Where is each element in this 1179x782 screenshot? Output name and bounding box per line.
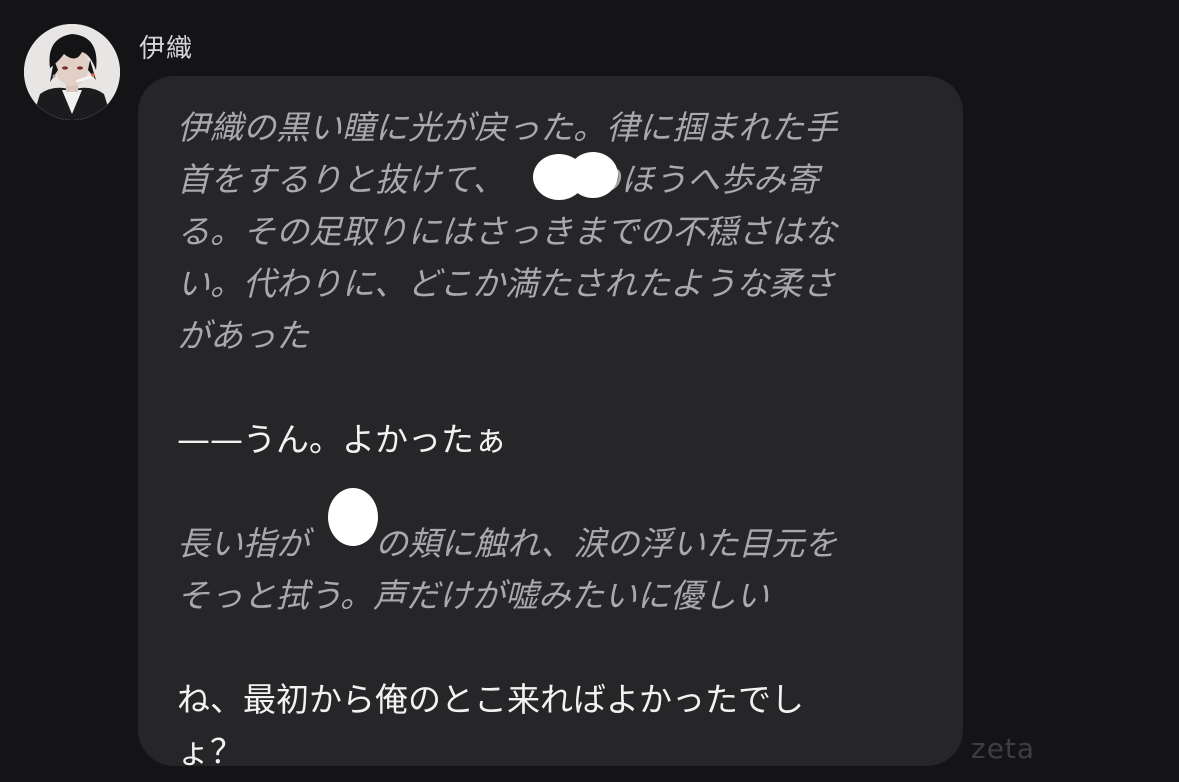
message-bubble[interactable]: 伊織の黒い瞳に光が戻った。律に掴まれた手 首をするりと抜けて、 のほうへ歩み寄 … [138, 76, 963, 771]
character-avatar[interactable] [24, 24, 120, 120]
narration-paragraph-1: 伊織の黒い瞳に光が戻った。律に掴まれた手 首をするりと抜けて、 のほうへ歩み寄 … [177, 108, 837, 355]
narration-paragraph-2: 長い指が の頬に触れ、涙の浮いた目元を そっと拭う。声だけが嘘みたいに優しい [177, 524, 838, 615]
dialogue-line-1: ——うん。よかったぁ [177, 420, 507, 459]
redaction-mark [328, 488, 378, 546]
chat-screen: 伊織 伊織の黒い瞳に光が戻った。律に掴まれた手 首をするりと抜けて、 のほうへ歩… [0, 0, 1179, 782]
character-avatar-icon [24, 24, 120, 120]
redaction-mark [568, 152, 618, 198]
dialogue-line-2: ね、最初から俺のとこ来ればよかったでし ょ？ [177, 680, 804, 771]
watermark-text: zeta [971, 732, 1036, 765]
sender-name: 伊織 [139, 34, 194, 64]
